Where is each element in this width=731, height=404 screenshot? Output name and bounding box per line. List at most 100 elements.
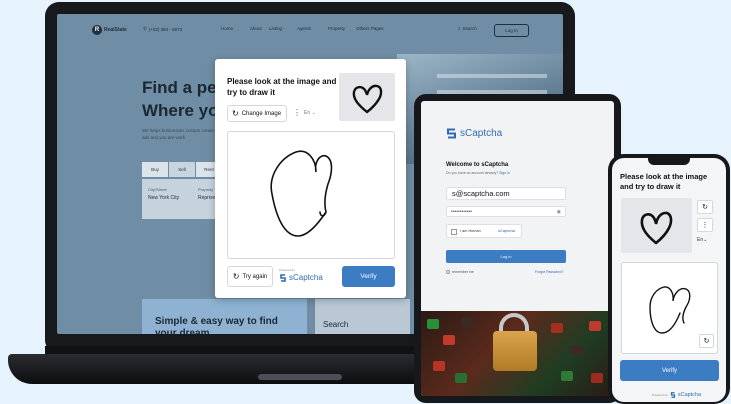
phone-change-image-button[interactable]: ↻ (697, 200, 713, 214)
property-search-card: City/Street New York City Property Repri… (142, 179, 222, 219)
hero-subtitle: We helps businesses custom create ads an… (142, 128, 214, 140)
change-image-label: Change Image (241, 110, 282, 117)
welcome-heading: Welcome to sCaptcha (446, 162, 509, 168)
site-phone-text: (+02) 384 - 8673 (148, 26, 183, 32)
property-label: Property (198, 187, 214, 192)
password-field[interactable]: •••••••••••• ◉ (446, 206, 566, 217)
captcha-widget: I am Human sCaptcha (446, 224, 522, 238)
remember-me[interactable]: remember me (446, 270, 474, 274)
eye-icon[interactable]: ◉ (557, 209, 561, 215)
nav-others-pages[interactable]: Others Pages (356, 26, 384, 31)
site-logo-text: RealState (104, 27, 127, 33)
padlock-icon (493, 331, 537, 371)
refresh-icon: ↻ (232, 109, 239, 118)
search-band-label: Search (323, 320, 349, 329)
language-value: En (304, 110, 311, 116)
key-shape (455, 373, 467, 383)
phone-verify-button[interactable]: Verify (620, 360, 719, 381)
site-navbar: R RealState ✆ (+02) 384 - 8673 Home Abou… (57, 14, 563, 48)
nav-home[interactable]: Home (221, 26, 233, 31)
forgot-password-link[interactable]: Forgot Password? (535, 270, 563, 274)
phone-powered-by: Powered by sCaptcha (652, 392, 701, 398)
phone-captcha-title: Please look at the image and try to draw… (620, 172, 708, 191)
remember-label: remember me (452, 270, 474, 274)
key-shape (571, 345, 583, 355)
key-shape (561, 371, 573, 381)
scaptcha-logo-icon (280, 273, 286, 282)
heart-sample-icon (640, 211, 673, 245)
nav-agents[interactable]: Agents (297, 26, 311, 31)
key-shape (433, 361, 445, 371)
phone-captcha-sample-image (621, 198, 692, 253)
key-shape (443, 335, 455, 345)
city-value[interactable]: New York City (148, 195, 179, 201)
account-prompt: Do you have an account already? Sign in (446, 171, 510, 175)
phone-more-options-button[interactable]: ⋮ (697, 218, 713, 232)
language-select[interactable]: En ⌄ (304, 110, 316, 116)
property-value[interactable]: Reprise (198, 195, 215, 201)
sign-in-link[interactable]: Sign in (499, 171, 510, 175)
key-shape (589, 321, 601, 331)
nav-listing[interactable]: Listing (269, 26, 282, 31)
drawing-canvas[interactable] (227, 131, 395, 259)
nav-property[interactable]: Property (328, 26, 345, 31)
heart-sample-icon (352, 84, 383, 114)
key-shape (591, 373, 603, 383)
key-shape (461, 317, 473, 327)
promo-band-title: Simple & easy way to find your dream (155, 316, 278, 334)
site-logo[interactable]: R RealState (92, 25, 127, 35)
captcha-widget-brand: sCaptcha (498, 228, 515, 233)
more-options-icon: ⋮ (701, 222, 709, 229)
padlock-keyboard-photo (421, 311, 614, 396)
laptop-trackpad-notch (258, 374, 342, 380)
city-label: City/Street (148, 187, 167, 192)
chip-buy[interactable]: Buy (142, 162, 168, 177)
human-checkbox[interactable] (451, 229, 457, 235)
phone-try-again-button[interactable]: ↻ (699, 334, 714, 348)
site-search-label: Search (462, 26, 477, 31)
refresh-icon: ↻ (702, 204, 708, 211)
drawn-heart-stroke (270, 150, 333, 237)
verify-button[interactable]: Verify (342, 266, 395, 287)
remember-radio[interactable] (446, 270, 450, 274)
site-logo-icon: R (92, 25, 102, 35)
powered-by-label: Powered by (279, 268, 295, 272)
phone-language-select[interactable]: En⌄ (697, 237, 707, 243)
phone-icon: ✆ (143, 26, 147, 31)
phone-screen: Please look at the image and try to draw… (612, 158, 726, 402)
phone-brand-text: sCaptcha (677, 392, 702, 398)
tablet-brand: sCaptcha (446, 128, 502, 139)
phone-powered-by-label: Powered by (652, 393, 668, 397)
account-prompt-text: Do you have an account already? (446, 171, 499, 175)
tablet-screen: sCaptcha Welcome to sCaptcha Do you have… (421, 101, 614, 396)
chevron-down-icon: ⌄ (311, 110, 316, 116)
more-options-icon[interactable]: ⋮ (293, 108, 301, 117)
email-field[interactable]: s@scaptcha.com (446, 187, 566, 200)
login-button[interactable]: Log in (446, 250, 566, 263)
site-login-button[interactable]: Log In (494, 24, 529, 37)
try-again-label: Try again (242, 273, 268, 280)
site-phone: ✆ (+02) 384 - 8673 (143, 26, 182, 32)
key-shape (551, 323, 563, 333)
captcha-title: Please look at the image and try to draw… (227, 77, 337, 97)
search-icon: ⌕ (458, 26, 461, 31)
scaptcha-brand-text: sCaptcha (289, 273, 323, 282)
phone-notch (648, 158, 690, 165)
chevron-down-icon: ⌄ (703, 237, 708, 243)
refresh-icon: ↻ (703, 338, 710, 345)
captcha-sample-image (339, 73, 395, 121)
scaptcha-logo-icon (447, 128, 456, 139)
refresh-icon: ↻ (232, 272, 240, 281)
captcha-modal: Please look at the image and try to draw… (215, 59, 406, 298)
human-label: I am Human (460, 229, 481, 233)
key-shape (427, 319, 439, 329)
chip-sell[interactable]: Sell (169, 162, 195, 177)
password-mask: •••••••••••• (451, 208, 473, 215)
scaptcha-brand: sCaptcha (279, 273, 323, 282)
try-again-button[interactable]: ↻ Try again (227, 266, 273, 287)
change-image-button[interactable]: ↻ Change Image (227, 105, 287, 122)
nav-about[interactable]: About (250, 26, 262, 31)
scaptcha-logo-icon (670, 392, 675, 398)
site-search[interactable]: ⌕ Search (458, 26, 477, 31)
tablet-brand-text: sCaptcha (460, 128, 503, 139)
